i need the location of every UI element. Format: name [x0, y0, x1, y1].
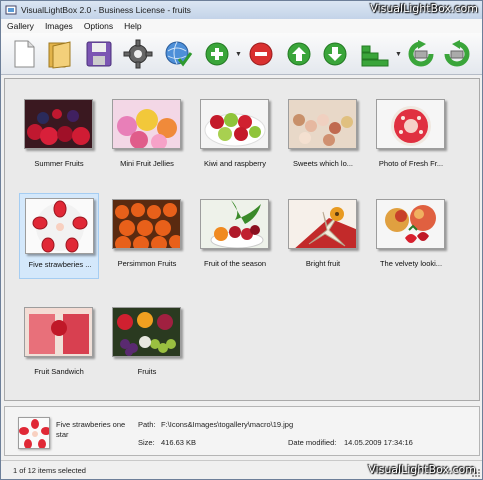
thumbnail-image: [200, 199, 269, 249]
rotate-left-button[interactable]: [405, 37, 437, 71]
thumbnail-image: [288, 199, 357, 249]
save-gallery-button[interactable]: [83, 37, 115, 71]
open-gallery-button[interactable]: [45, 37, 75, 71]
selected-image-preview: [18, 417, 50, 449]
thumbnail-caption: Persimmon Fruits: [117, 259, 177, 268]
thumbnail-image: [24, 307, 93, 357]
templates-dropdown-arrow-icon[interactable]: ▼: [395, 51, 402, 58]
thumbnail-image: [112, 307, 181, 357]
move-down-icon: [323, 42, 347, 66]
thumbnail-image: [376, 99, 445, 149]
gallery-item[interactable]: Sweets which lo...: [283, 93, 363, 179]
thumbnail-caption: Kiwi and raspberry: [203, 159, 267, 168]
new-document-icon: [14, 40, 35, 68]
rotate-right-button[interactable]: [441, 37, 473, 71]
publish-globe-icon: [165, 41, 193, 67]
path-label: Path:: [138, 420, 156, 429]
new-gallery-button[interactable]: [9, 37, 39, 71]
selected-image-name: Five strawberies one star: [56, 420, 126, 439]
thumbnail-caption: Fruit Sandwich: [34, 367, 84, 376]
size-value: 416.63 KB: [161, 438, 197, 447]
app-window: VisualLightBox 2.0 - Business License - …: [0, 0, 483, 480]
thumbnail-image: [200, 99, 269, 149]
remove-image-button[interactable]: [247, 37, 275, 71]
image-gallery-grid[interactable]: Summer Fruits Mini Fruit Jellies Kiwi an…: [4, 78, 480, 401]
thumbnail-caption: Fruits: [137, 367, 157, 376]
gallery-item[interactable]: The velvety looki...: [371, 193, 451, 279]
templates-stairs-icon: [361, 45, 389, 67]
settings-gear-icon: [123, 39, 153, 69]
menu-options[interactable]: Options: [84, 21, 113, 31]
add-plus-icon: [205, 42, 229, 66]
menu-gallery[interactable]: Gallery: [7, 21, 34, 31]
add-images-button[interactable]: [203, 37, 231, 71]
date-modified-value: 14.05.2009 17:34:16: [344, 438, 413, 447]
date-modified-label: Date modified:: [288, 438, 337, 447]
watermark-bottom: VisualLightBox.com: [368, 463, 476, 476]
gallery-item[interactable]: Five strawberies ...: [19, 193, 99, 279]
menu-help[interactable]: Help: [124, 21, 141, 31]
thumbnail-image: [376, 199, 445, 249]
window-title: VisualLightBox 2.0 - Business License - …: [21, 5, 191, 15]
thumbnail-image: [24, 99, 93, 149]
thumbnail-caption: Fruit of the season: [203, 259, 267, 268]
thumbnail-image: [112, 99, 181, 149]
thumbnail-caption: Photo of Fresh Fr...: [378, 159, 444, 168]
path-value: F:\Icons&Images\togallery\macro\19.jpg: [161, 420, 294, 429]
toolbar: ▼ ▼: [1, 33, 482, 75]
rotate-right-icon: [444, 40, 470, 67]
gallery-item[interactable]: Bright fruit: [283, 193, 363, 279]
thumbnail-image: [25, 198, 94, 254]
add-dropdown-arrow-icon[interactable]: ▼: [235, 51, 242, 58]
thumbnail-caption: Five strawberies ...: [28, 260, 92, 269]
thumbnail-image: [112, 199, 181, 249]
thumbnail-image: [288, 99, 357, 149]
gallery-item[interactable]: Persimmon Fruits: [107, 193, 187, 279]
rotate-left-icon: [408, 40, 434, 67]
open-folder-icon: [48, 41, 71, 69]
gallery-item[interactable]: Kiwi and raspberry: [195, 93, 275, 179]
size-label: Size:: [138, 438, 155, 447]
thumbnail-caption: Bright fruit: [305, 259, 341, 268]
settings-button[interactable]: [121, 37, 155, 71]
app-icon: [5, 4, 17, 16]
gallery-item[interactable]: Photo of Fresh Fr...: [371, 93, 451, 179]
image-info-panel: Five strawberies one star Path: F:\Icons…: [4, 406, 480, 456]
thumbnail-caption: The velvety looki...: [379, 259, 443, 268]
move-up-button[interactable]: [285, 37, 313, 71]
publish-button[interactable]: [161, 37, 195, 71]
templates-button[interactable]: [359, 37, 391, 71]
gallery-item[interactable]: Fruits: [107, 301, 187, 387]
menu-bar: Gallery Images Options Help: [1, 19, 482, 33]
thumbnail-caption: Summer Fruits: [34, 159, 84, 168]
selection-status: 1 of 12 items selected: [13, 466, 86, 475]
thumbnail-caption: Mini Fruit Jellies: [120, 159, 174, 168]
remove-minus-icon: [249, 42, 273, 66]
move-up-icon: [287, 42, 311, 66]
menu-images[interactable]: Images: [45, 21, 73, 31]
move-down-button[interactable]: [321, 37, 349, 71]
thumbnail-caption: Sweets which lo...: [292, 159, 354, 168]
gallery-item[interactable]: Summer Fruits: [19, 93, 99, 179]
watermark-top: VisualLightBox.com: [370, 2, 478, 15]
gallery-item[interactable]: Mini Fruit Jellies: [107, 93, 187, 179]
save-floppy-icon: [86, 41, 112, 67]
gallery-item[interactable]: Fruit Sandwich: [19, 301, 99, 387]
gallery-item[interactable]: Fruit of the season: [195, 193, 275, 279]
